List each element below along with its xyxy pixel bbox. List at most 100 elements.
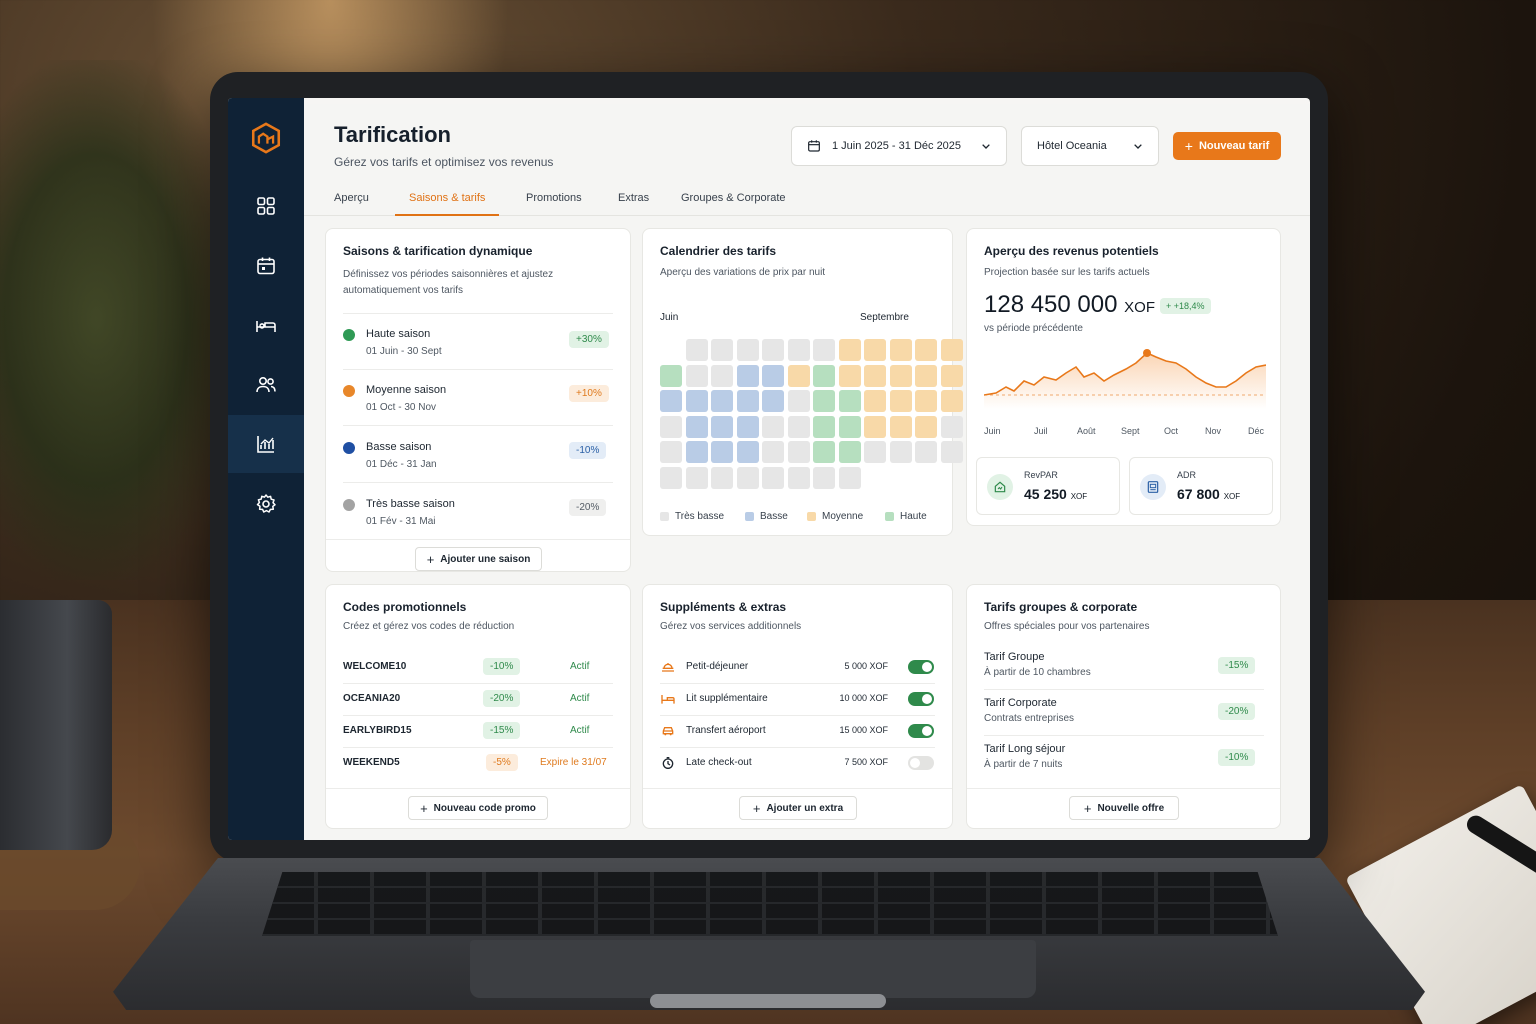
extra-toggle[interactable]: [908, 660, 934, 674]
season-row[interactable]: Moyenne saison 01 Oct - 30 Nov +10%: [343, 378, 613, 426]
calendar-day-cell[interactable]: [838, 390, 861, 412]
calendar-day-cell[interactable]: [813, 466, 835, 489]
new-offer-button[interactable]: + Nouvelle offre: [1069, 796, 1179, 820]
group-rate-row[interactable]: Tarif Corporate Contrats entreprises -20…: [984, 693, 1264, 737]
calendar-day-cell[interactable]: [660, 441, 682, 463]
calendar-day-cell[interactable]: [813, 441, 835, 463]
tab-saisons-tarifs[interactable]: Saisons & tarifs: [395, 192, 500, 216]
calendar-day-cell[interactable]: [889, 441, 912, 463]
extra-row[interactable]: Late check-out 7 500 XOF: [660, 747, 935, 779]
calendar-day-cell[interactable]: [660, 390, 682, 412]
calendar-day-cell[interactable]: [864, 441, 886, 463]
calendar-day-cell[interactable]: [660, 466, 682, 489]
add-season-button[interactable]: + Ajouter une saison: [415, 547, 542, 571]
calendar-day-cell[interactable]: [787, 390, 810, 412]
calendar-day-cell[interactable]: [736, 339, 759, 361]
calendar-day-cell[interactable]: [813, 415, 835, 438]
calendar-day-cell[interactable]: [864, 364, 886, 387]
calendar-day-cell[interactable]: [864, 415, 886, 438]
season-row[interactable]: Basse saison 01 Déc - 31 Jan -10%: [343, 435, 613, 483]
calendar-day-cell[interactable]: [711, 364, 733, 387]
calendar-day-cell[interactable]: [813, 339, 835, 361]
promo-row[interactable]: OCEANIA20 -20% Actif: [343, 683, 613, 715]
calendar-icon[interactable]: [228, 237, 304, 295]
calendar-day-cell[interactable]: [864, 339, 886, 361]
calendar-day-cell[interactable]: [762, 441, 784, 463]
calendar-day-cell[interactable]: [787, 466, 810, 489]
calendar-day-cell[interactable]: [864, 390, 886, 412]
calendar-day-cell[interactable]: [838, 415, 861, 438]
calendar-day-cell[interactable]: [787, 415, 810, 438]
calendar-day-cell[interactable]: [838, 466, 861, 489]
logo-icon[interactable]: [228, 109, 304, 167]
calendar-day-cell[interactable]: [685, 441, 708, 463]
calendar-day-cell[interactable]: [685, 466, 708, 489]
calendar-day-cell[interactable]: [736, 466, 759, 489]
calendar-day-cell[interactable]: [940, 390, 963, 412]
hotel-select[interactable]: Hôtel Oceania: [1021, 126, 1159, 166]
calendar-day-cell[interactable]: [660, 415, 682, 438]
calendar-day-cell[interactable]: [838, 339, 861, 361]
promo-row[interactable]: EARLYBIRD15 -15% Actif: [343, 715, 613, 747]
calendar-day-cell[interactable]: [940, 339, 963, 361]
calendar-day-cell[interactable]: [762, 390, 784, 412]
calendar-day-cell[interactable]: [711, 390, 733, 412]
calendar-day-cell[interactable]: [736, 415, 759, 438]
calendar-day-cell[interactable]: [711, 466, 733, 489]
calendar-day-cell[interactable]: [915, 415, 937, 438]
calendar-day-cell[interactable]: [787, 441, 810, 463]
calendar-day-cell[interactable]: [813, 390, 835, 412]
dashboard-icon[interactable]: [228, 177, 304, 235]
calendar-day-cell[interactable]: [915, 364, 937, 387]
season-row[interactable]: Haute saison 01 Juin - 30 Sept +30%: [343, 322, 613, 370]
revenue-peak-marker[interactable]: [1143, 349, 1151, 357]
tab-groupes-corporate[interactable]: Groupes & Corporate: [681, 192, 786, 216]
calendar-day-cell[interactable]: [787, 339, 810, 361]
calendar-day-cell[interactable]: [762, 466, 784, 489]
calendar-day-cell[interactable]: [685, 339, 708, 361]
add-extra-button[interactable]: + Ajouter un extra: [739, 796, 857, 820]
calendar-day-cell[interactable]: [685, 364, 708, 387]
tab-promotions[interactable]: Promotions: [526, 192, 582, 216]
extra-row[interactable]: Transfert aéroport 15 000 XOF: [660, 715, 935, 747]
settings-icon[interactable]: [228, 475, 304, 533]
promo-row[interactable]: WEEKEND5 -5% Expire le 31/07: [343, 747, 613, 779]
calendar-day-cell[interactable]: [711, 339, 733, 361]
calendar-day-cell[interactable]: [711, 415, 733, 438]
calendar-day-cell[interactable]: [736, 441, 759, 463]
calendar-day-cell[interactable]: [940, 415, 963, 438]
date-range-picker[interactable]: 1 Juin 2025 - 31 Déc 2025: [791, 126, 1007, 166]
calendar-day-cell[interactable]: [787, 364, 810, 387]
calendar-day-cell[interactable]: [915, 339, 937, 361]
group-rate-row[interactable]: Tarif Groupe À partir de 10 chambres -15…: [984, 647, 1264, 691]
bed-icon[interactable]: [228, 297, 304, 355]
extra-row[interactable]: Petit-déjeuner 5 000 XOF: [660, 651, 935, 683]
calendar-day-cell[interactable]: [736, 364, 759, 387]
calendar-day-cell[interactable]: [889, 364, 912, 387]
calendar-day-cell[interactable]: [915, 390, 937, 412]
calendar-day-cell[interactable]: [889, 415, 912, 438]
calendar-day-cell[interactable]: [838, 364, 861, 387]
calendar-day-cell[interactable]: [838, 441, 861, 463]
calendar-day-cell[interactable]: [685, 415, 708, 438]
season-row[interactable]: Très basse saison 01 Fév - 31 Mai -20%: [343, 492, 613, 540]
calendar-day-cell[interactable]: [813, 364, 835, 387]
calendar-day-cell[interactable]: [889, 339, 912, 361]
tab-extras[interactable]: Extras: [618, 192, 649, 216]
tab-apercu[interactable]: Aperçu: [334, 192, 369, 216]
calendar-day-cell[interactable]: [685, 390, 708, 412]
group-rate-row[interactable]: Tarif Long séjour À partir de 7 nuits -1…: [984, 739, 1264, 783]
extra-row[interactable]: Lit supplémentaire 10 000 XOF: [660, 683, 935, 715]
analytics-icon[interactable]: [228, 415, 304, 473]
adr-kpi[interactable]: ADR 67 800 XOF: [1129, 457, 1273, 515]
extra-toggle[interactable]: [908, 692, 934, 706]
calendar-day-cell[interactable]: [762, 364, 784, 387]
calendar-day-cell[interactable]: [889, 390, 912, 412]
revpar-kpi[interactable]: RevPAR 45 250 XOF: [976, 457, 1120, 515]
calendar-day-cell[interactable]: [915, 441, 937, 463]
new-promo-code-button[interactable]: + Nouveau code promo: [408, 796, 548, 820]
extra-toggle[interactable]: [908, 724, 934, 738]
calendar-day-cell[interactable]: [660, 364, 682, 387]
new-rate-button[interactable]: + Nouveau tarif: [1173, 132, 1281, 160]
calendar-day-cell[interactable]: [940, 441, 963, 463]
